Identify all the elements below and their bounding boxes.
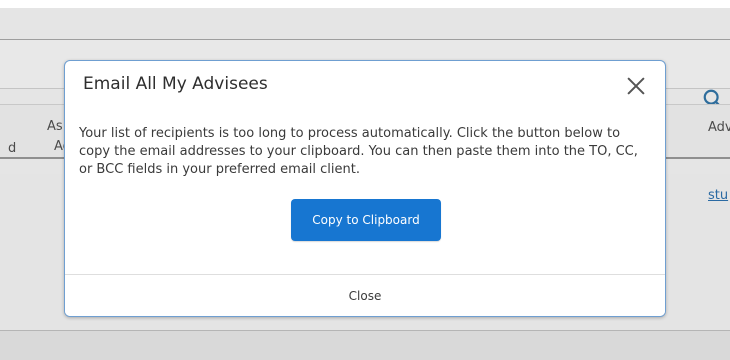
- dialog-footer: Close: [65, 274, 665, 316]
- dialog-header: Email All My Advisees: [65, 61, 665, 111]
- student-link[interactable]: stu: [708, 188, 728, 203]
- dialog-body: Your list of recipients is too long to p…: [79, 125, 653, 179]
- copy-to-clipboard-button[interactable]: Copy to Clipboard: [291, 199, 441, 241]
- dialog-title: Email All My Advisees: [83, 74, 268, 94]
- column-header-advisor: Adv: [708, 120, 730, 135]
- column-header-partial: As: [47, 119, 63, 134]
- dialog-message: Your list of recipients is too long to p…: [79, 126, 638, 177]
- page-footer: [0, 331, 730, 360]
- top-bar: [0, 0, 730, 8]
- close-button[interactable]: [625, 75, 647, 97]
- column-header-partial: d: [8, 141, 17, 156]
- footer-close-button[interactable]: Close: [65, 275, 665, 316]
- email-advisees-dialog: Email All My Advisees Your list of recip…: [64, 60, 666, 317]
- close-icon: [625, 75, 647, 97]
